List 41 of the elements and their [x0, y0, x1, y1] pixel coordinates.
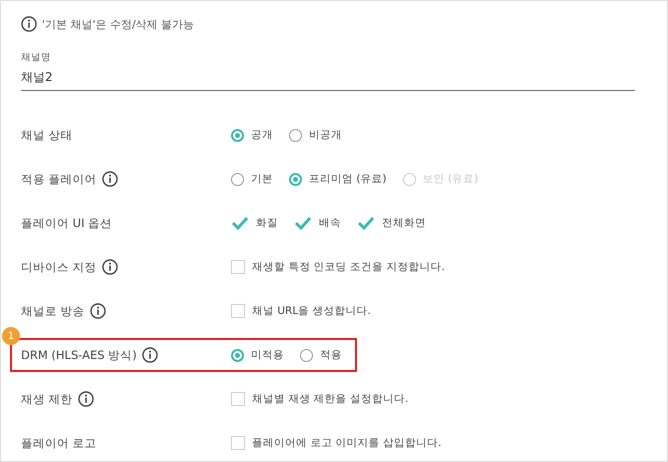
radio-button[interactable]: [289, 128, 302, 142]
radio-button[interactable]: [231, 348, 244, 362]
radio-button[interactable]: [231, 128, 244, 142]
radio-option[interactable]: 공개: [231, 128, 273, 142]
radio-button[interactable]: [300, 348, 313, 362]
channel-name-field[interactable]: 채널2: [21, 70, 635, 91]
checkbox[interactable]: [231, 304, 245, 318]
field-label: 채널명: [21, 51, 51, 64]
checkbox[interactable]: [231, 392, 245, 406]
check-option[interactable]: 화질: [231, 216, 278, 230]
info-icon[interactable]: [102, 259, 118, 275]
row-label: 채널로 방송: [21, 304, 85, 318]
row-label: 재생 제한: [21, 392, 73, 406]
row-label: DRM (HLS-AES 방식): [21, 348, 137, 362]
info-icon[interactable]: [102, 171, 118, 187]
checkbox-option[interactable]: 채널 URL을 생성합니다.: [231, 304, 371, 318]
info-icon[interactable]: [90, 303, 106, 319]
radio-option[interactable]: 기본: [231, 172, 273, 186]
checkbox-option[interactable]: 재생할 특정 인코딩 조건을 지정합니다.: [231, 260, 445, 274]
notice-text: '기본 채널'은 수정/삭제 불가능: [42, 16, 194, 32]
check-option[interactable]: 전체화면: [357, 216, 426, 230]
row-label: 플레이어 로고: [21, 436, 97, 450]
checkbox[interactable]: [231, 436, 245, 450]
radio-button[interactable]: [289, 172, 302, 186]
info-icon[interactable]: [21, 16, 37, 32]
check-option[interactable]: 배속: [294, 216, 341, 230]
checkbox-option[interactable]: 채널별 재생 제한을 설정합니다.: [231, 392, 408, 406]
checkbox-option[interactable]: 플레이어에 로고 이미지를 삽입합니다.: [231, 436, 442, 450]
info-icon[interactable]: [78, 391, 94, 407]
row-label: 적용 플레이어: [21, 172, 97, 186]
radio-button[interactable]: [231, 172, 244, 186]
radio-option[interactable]: 비공개: [289, 128, 342, 142]
radio-option[interactable]: 프리미엄 (유료): [289, 172, 387, 186]
step-badge: 1: [2, 327, 20, 345]
checkbox[interactable]: [231, 260, 245, 274]
radio-option[interactable]: 미적용: [231, 348, 284, 362]
row-label: 디바이스 지정: [21, 260, 97, 274]
row-label: 플레이어 UI 옵션: [21, 216, 112, 230]
radio-option[interactable]: 적용: [300, 348, 342, 362]
row-label: 채널 상태: [21, 128, 73, 142]
info-icon[interactable]: [142, 347, 158, 363]
